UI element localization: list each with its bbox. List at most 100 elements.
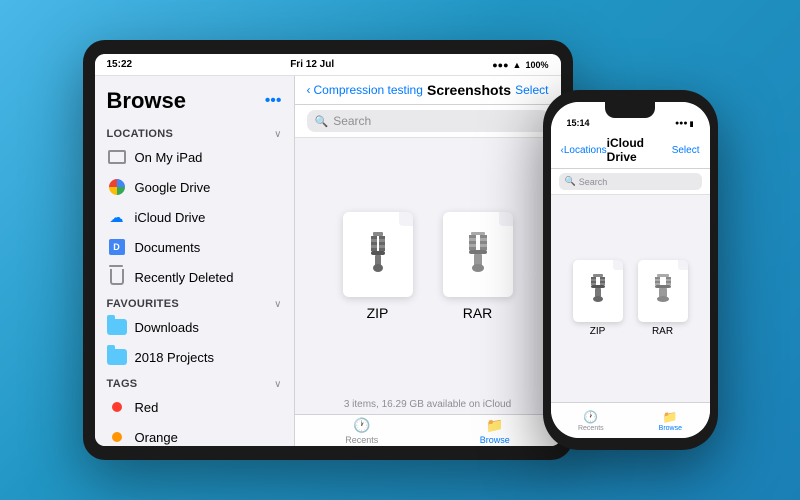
iphone-search-bar: 🔍 Search <box>551 169 710 195</box>
iphone-file-item-zip[interactable]: ZIP <box>573 260 623 337</box>
chevron-down-icon: ∨ <box>274 299 281 310</box>
ipad-date: Fri 12 Jul <box>290 59 334 70</box>
sidebar-item-label: Red <box>135 400 159 415</box>
iphone-back-button[interactable]: ‹ Locations <box>561 145 607 156</box>
sidebar-item-on-my-ipad[interactable]: On My iPad <box>95 142 294 172</box>
sidebar-item-recently-deleted[interactable]: Recently Deleted <box>95 262 294 292</box>
chevron-down-icon: ∨ <box>274 129 281 140</box>
chevron-down-icon: ∨ <box>274 379 281 390</box>
section-tags-label: Tags <box>107 378 138 390</box>
ipad-device: 15:22 Fri 12 Jul ●●● ▲ 100% Browse ••• L… <box>83 40 573 460</box>
iphone-browse-icon: 📁 <box>663 410 678 424</box>
sidebar-title: Browse <box>107 88 186 114</box>
folder-icon <box>107 317 127 337</box>
main-nav: ‹ Compression testing Screenshots Select <box>295 76 561 105</box>
browse-icon: 📁 <box>486 417 503 434</box>
iphone-search-input[interactable]: 🔍 Search <box>559 173 702 190</box>
tab-browse[interactable]: 📁 Browse <box>480 417 510 445</box>
iphone-status-icons: ●●● ▮ <box>675 120 694 128</box>
sidebar-item-2018-projects[interactable]: 2018 Projects <box>95 342 294 372</box>
trash-icon <box>107 267 127 287</box>
sidebar-more-icon[interactable]: ••• <box>265 92 282 110</box>
sidebar-item-documents[interactable]: D Documents <box>95 232 294 262</box>
iphone-device: 15:14 ●●● ▮ ‹ Locations iCloud Drive Sel… <box>543 90 718 450</box>
search-input-container[interactable]: 🔍 Search <box>307 110 549 132</box>
battery-icon: 100% <box>525 60 548 70</box>
iphone-bottom-bar: 🕐 Recents 📁 Browse <box>551 402 710 438</box>
iphone-rar-name: RAR <box>652 326 673 337</box>
sidebar-item-label: Downloads <box>135 320 199 335</box>
section-tags-header: Tags ∨ <box>95 372 294 392</box>
signal-icon: ●●● <box>492 60 508 70</box>
sidebar-item-label: On My iPad <box>135 150 203 165</box>
search-bar: 🔍 Search <box>295 105 561 138</box>
file-item-zip[interactable]: ZIP <box>343 212 413 321</box>
google-drive-icon <box>107 177 127 197</box>
rar-file-name: RAR <box>463 305 493 321</box>
files-grid: ZIP <box>295 138 561 395</box>
iphone-zip-icon <box>573 260 623 322</box>
sidebar-item-label: Orange <box>135 430 178 445</box>
rar-zipper-graphic <box>463 227 493 282</box>
sidebar-header: Browse ••• <box>95 84 294 122</box>
nav-title: Screenshots <box>427 82 511 98</box>
sidebar-item-label: Recently Deleted <box>135 270 234 285</box>
section-favourites-label: Favourites <box>107 298 179 310</box>
ipad-time: 15:22 <box>107 59 133 70</box>
nav-back-button[interactable]: ‹ Compression testing <box>307 83 423 97</box>
iphone-screen: 15:14 ●●● ▮ ‹ Locations iCloud Drive Sel… <box>551 102 710 438</box>
orange-tag-icon <box>107 427 127 446</box>
search-placeholder: Search <box>333 114 371 128</box>
ipad-status-bar: 15:22 Fri 12 Jul ●●● ▲ 100% <box>95 54 561 76</box>
ipad-screen: 15:22 Fri 12 Jul ●●● ▲ 100% Browse ••• L… <box>95 54 561 446</box>
tab-recents-label: Recents <box>345 435 378 445</box>
iphone-nav: ‹ Locations iCloud Drive Select <box>551 132 710 169</box>
zip-file-icon <box>343 212 413 297</box>
select-button[interactable]: Select <box>515 83 548 97</box>
sidebar-item-downloads[interactable]: Downloads <box>95 312 294 342</box>
zip-file-name: ZIP <box>367 305 389 321</box>
red-tag-icon <box>107 397 127 417</box>
sidebar-item-icloud-drive[interactable]: ☁ iCloud Drive <box>95 202 294 232</box>
rar-file-icon <box>443 212 513 297</box>
tab-browse-label: Browse <box>480 435 510 445</box>
iphone-nav-title: iCloud Drive <box>607 136 672 164</box>
main-content: ‹ Compression testing Screenshots Select… <box>295 76 561 446</box>
iphone-time: 15:14 <box>567 118 590 128</box>
storage-status: 3 items, 16.29 GB available on iCloud <box>295 395 561 414</box>
section-favourites-header: Favourites ∨ <box>95 292 294 312</box>
iphone-signal-icon: ●●● <box>675 120 688 128</box>
documents-icon: D <box>107 237 127 257</box>
iphone-tab-browse[interactable]: 📁 Browse <box>659 410 682 432</box>
iphone-notch <box>605 102 655 118</box>
ipad-status-right: ●●● ▲ 100% <box>492 60 548 70</box>
wifi-icon: ▲ <box>513 60 522 70</box>
iphone-select-button[interactable]: Select <box>672 145 700 156</box>
sidebar-item-label: 2018 Projects <box>135 350 215 365</box>
ipad-content-area: Browse ••• Locations ∨ On My iPad Google… <box>95 76 561 446</box>
folder-icon <box>107 347 127 367</box>
iphone-file-item-rar[interactable]: RAR <box>638 260 688 337</box>
iphone-zip-graphic <box>584 271 612 311</box>
zip-zipper-graphic <box>358 227 398 282</box>
iphone-files-grid: ZIP <box>551 195 710 402</box>
recents-icon: 🕐 <box>353 417 370 434</box>
iphone-rar-graphic <box>652 271 674 311</box>
search-icon: 🔍 <box>315 115 329 128</box>
iphone-battery-icon: ▮ <box>690 120 694 128</box>
iphone-tab-recents[interactable]: 🕐 Recents <box>578 410 604 432</box>
sidebar-item-tag-red[interactable]: Red <box>95 392 294 422</box>
back-chevron-icon: ‹ <box>307 83 311 97</box>
iphone-search-icon: 🔍 <box>565 176 576 187</box>
ipad-icon <box>107 147 127 167</box>
iphone-rar-icon <box>638 260 688 322</box>
sidebar-item-google-drive[interactable]: Google Drive <box>95 172 294 202</box>
tab-recents[interactable]: 🕐 Recents <box>345 417 378 445</box>
file-item-rar[interactable]: RAR <box>443 212 513 321</box>
section-locations-header: Locations ∨ <box>95 122 294 142</box>
iphone-recents-icon: 🕐 <box>583 410 598 424</box>
iphone-browse-label: Browse <box>659 425 682 432</box>
section-locations-label: Locations <box>107 128 174 140</box>
sidebar-item-tag-orange[interactable]: Orange <box>95 422 294 446</box>
iphone-zip-name: ZIP <box>590 326 606 337</box>
